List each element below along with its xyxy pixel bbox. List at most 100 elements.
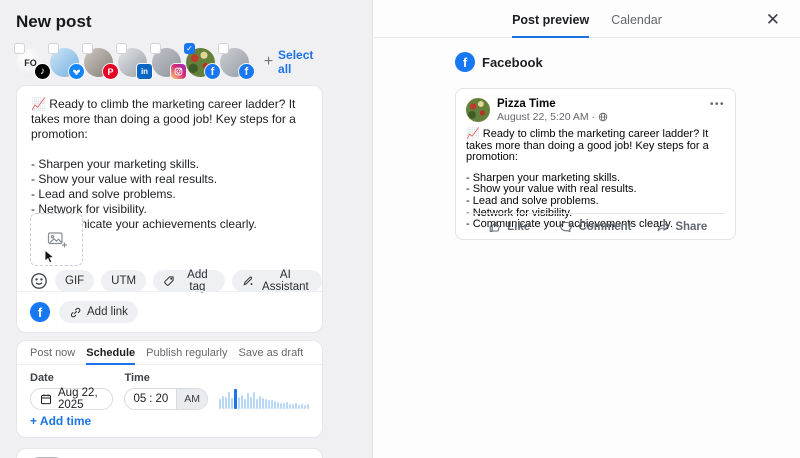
tab-publish-regularly[interactable]: Publish regularly: [146, 341, 227, 365]
tab-post-now[interactable]: Post now: [30, 341, 75, 365]
account-selector: FO ♪ Pin f ✓ f + Select all: [14, 43, 323, 79]
author-block: Pizza Time August 22, 5:20 AM ·: [497, 98, 608, 123]
gif-button-label: GIF: [65, 275, 85, 287]
schedule-body: Date Aug 22, 2025 Time 05: 20 AM: [17, 365, 322, 411]
globe-icon: [598, 112, 608, 122]
best-time-bar: [222, 396, 224, 409]
linkedin-icon: in: [137, 64, 152, 79]
best-time-histogram: [219, 388, 309, 410]
post-options-icon[interactable]: •••: [710, 98, 725, 110]
account-checkbox[interactable]: [48, 43, 59, 54]
facebook-icon: f: [239, 64, 254, 79]
time-field-group: Time 05 : 20 AM: [124, 372, 208, 410]
comment-button[interactable]: Comment: [552, 214, 638, 239]
share-icon: [656, 220, 670, 234]
add-link-button[interactable]: Add link: [59, 301, 138, 323]
tab-calendar[interactable]: Calendar: [611, 0, 662, 38]
add-link-button-label: Add link: [87, 306, 128, 318]
instagram-icon: [171, 64, 186, 79]
account-pinterest[interactable]: P: [82, 43, 118, 79]
facebook-icon: f: [205, 64, 220, 79]
preview-panel-tabs: Post preview Calendar: [374, 0, 800, 38]
best-time-bar: [283, 403, 285, 409]
account-checkbox[interactable]: [82, 43, 93, 54]
share-label: Share: [675, 220, 708, 233]
best-time-bar: [292, 404, 294, 409]
link-icon: [69, 306, 82, 319]
add-account-button[interactable]: +: [259, 51, 278, 73]
add-tag-button[interactable]: Add tag: [153, 269, 225, 293]
ai-assistant-button[interactable]: AI Assistant: [231, 269, 322, 293]
preview-bullet-line: - Lead and solve problems.: [466, 194, 599, 207]
gif-button[interactable]: GIF: [55, 270, 95, 292]
time-minute[interactable]: 20: [155, 393, 168, 405]
page-title: New post: [16, 12, 92, 31]
preview-action-bar: Like Comment Share: [466, 213, 725, 239]
utm-button[interactable]: UTM: [101, 270, 147, 292]
tab-post-preview[interactable]: Post preview: [512, 0, 590, 38]
preview-post-intro: 📈 Ready to climb the marketing career la…: [466, 128, 709, 164]
account-facebook2[interactable]: f: [218, 43, 254, 79]
best-time-bar: [286, 402, 288, 409]
post-timestamp: August 22, 5:20 AM ·: [497, 111, 608, 123]
meridiem-selector[interactable]: AM: [176, 389, 207, 409]
add-image-icon: [46, 230, 68, 250]
facebook-icon: f: [455, 52, 475, 72]
preview-post-header: Pizza Time August 22, 5:20 AM · •••: [456, 89, 735, 123]
best-time-bar: [244, 399, 246, 409]
best-time-bar: [277, 402, 279, 409]
account-checkbox[interactable]: [14, 43, 25, 54]
share-button[interactable]: Share: [639, 214, 725, 239]
account-instagram[interactable]: [150, 43, 186, 79]
best-time-bar: [238, 397, 240, 409]
composer-toolbar: GIF UTM Add tag AI Assistant: [30, 269, 322, 293]
add-time-link[interactable]: + Add time: [30, 414, 91, 428]
best-time-bar: [280, 403, 282, 409]
tiktok-icon: ♪: [35, 64, 50, 79]
best-time-bar: [228, 392, 230, 409]
account-linkedin[interactable]: in: [116, 43, 152, 79]
like-icon: [488, 220, 502, 234]
date-input[interactable]: Aug 22, 2025: [30, 387, 114, 411]
time-input: 05 : 20 AM: [124, 388, 208, 410]
timestamp-text: August 22, 5:20 AM ·: [497, 111, 596, 123]
emoji-icon: [30, 272, 48, 290]
best-time-bar: [268, 400, 270, 409]
preview-network-label: f Facebook: [455, 52, 543, 72]
best-time-bar: [289, 404, 291, 409]
select-all-link[interactable]: Select all: [278, 48, 323, 76]
calendar-icon: [40, 393, 52, 405]
account-checkbox[interactable]: [116, 43, 127, 54]
best-time-bar: [259, 396, 261, 409]
facebook-post-preview-card: Pizza Time August 22, 5:20 AM · ••• 📈 Re…: [455, 88, 736, 240]
account-facebook[interactable]: f ✓: [184, 43, 220, 79]
date-label: Date: [30, 372, 54, 384]
date-field-group: Date Aug 22, 2025: [30, 372, 114, 411]
bluesky-icon: [69, 64, 84, 79]
account-tiktok[interactable]: FO ♪: [14, 43, 50, 79]
account-checkbox[interactable]: ✓: [184, 43, 195, 54]
tab-save-as-draft[interactable]: Save as draft: [238, 341, 303, 365]
facebook-icon: f: [30, 302, 50, 322]
approval-card: Post needs approval! Learn more: [16, 448, 323, 458]
best-time-bar: [250, 397, 252, 409]
like-button[interactable]: Like: [466, 214, 552, 239]
close-button[interactable]: ✕: [762, 7, 784, 32]
emoji-button[interactable]: [30, 272, 48, 290]
author-name: Pizza Time: [497, 98, 556, 110]
post-bullet-line: - Show your value with real results.: [31, 172, 218, 186]
time-label: Time: [124, 372, 150, 384]
account-checkbox[interactable]: [150, 43, 161, 54]
time-value[interactable]: 05 : 20: [125, 389, 176, 409]
account-bluesky[interactable]: [48, 43, 84, 79]
tab-schedule[interactable]: Schedule: [86, 341, 136, 365]
post-text-editor[interactable]: 📈 Ready to climb the marketing career la…: [17, 86, 322, 232]
account-checkbox[interactable]: [218, 43, 229, 54]
best-time-bar: [234, 389, 237, 409]
time-separator: :: [149, 393, 153, 405]
comment-label: Comment: [578, 220, 632, 233]
add-media-dropzone[interactable]: [30, 213, 83, 266]
time-hour[interactable]: 05: [133, 393, 146, 405]
pinterest-icon: P: [103, 64, 118, 79]
composer-panel: New post FO ♪ Pin f ✓ f + Select all 📈 Ready …: [0, 0, 373, 458]
